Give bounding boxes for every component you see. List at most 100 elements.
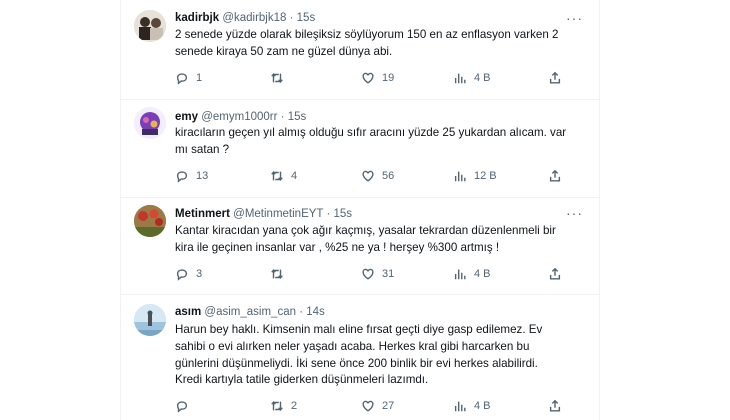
more-options-icon[interactable]: ··· bbox=[566, 11, 583, 25]
tweet[interactable]: kadirbjk @kadirbjk18 · 15s ··· 2 senede … bbox=[121, 0, 599, 100]
author-name[interactable]: kadirbjk bbox=[175, 12, 219, 24]
share-icon bbox=[549, 267, 561, 280]
views-count: 4 B bbox=[474, 72, 491, 84]
tweet-actions: 2 27 4 B bbox=[175, 399, 585, 415]
share-button[interactable] bbox=[548, 399, 562, 413]
tweet-text-line: günlerini düşünmeliydi. İki sene önce 20… bbox=[175, 356, 538, 370]
reply-count: 1 bbox=[196, 72, 203, 84]
like-count: 56 bbox=[382, 170, 395, 182]
tweet[interactable]: emy @emym1000rr · 15s kiracıların geçen … bbox=[121, 99, 599, 198]
retweet-icon bbox=[271, 72, 283, 84]
retweet-button[interactable] bbox=[270, 71, 291, 85]
timeline: kadirbjk @kadirbjk18 · 15s ··· 2 senede … bbox=[120, 0, 600, 420]
like-icon bbox=[362, 400, 374, 412]
tweet-header: Metinmert @MetinmetinEYT · 15s bbox=[175, 207, 352, 221]
timestamp[interactable]: 15s bbox=[297, 12, 316, 24]
reply-icon bbox=[176, 269, 188, 281]
like-button[interactable]: 31 bbox=[361, 267, 394, 281]
tweet-actions: 1 19 4 B bbox=[175, 71, 585, 87]
tweet-header: kadirbjk @kadirbjk18 · 15s bbox=[175, 11, 315, 25]
avatar-photo bbox=[134, 205, 166, 237]
author-handle[interactable]: @emym1000rr bbox=[201, 111, 277, 123]
reply-button[interactable]: 3 bbox=[175, 267, 202, 281]
like-count: 27 bbox=[382, 400, 395, 412]
more-options-icon[interactable]: ··· bbox=[566, 206, 583, 220]
timestamp[interactable]: 14s bbox=[306, 306, 325, 318]
retweet-icon bbox=[271, 170, 283, 182]
retweet-button[interactable]: 4 bbox=[270, 169, 297, 183]
views-button[interactable]: 4 B bbox=[453, 267, 491, 281]
share-icon bbox=[549, 71, 561, 84]
views-icon bbox=[454, 269, 466, 280]
reply-count: 13 bbox=[196, 170, 209, 182]
like-button[interactable]: 56 bbox=[361, 169, 394, 183]
avatar[interactable] bbox=[134, 10, 166, 42]
tweet-actions: 3 31 4 B bbox=[175, 267, 585, 283]
reply-button[interactable]: 1 bbox=[175, 71, 202, 85]
reply-icon bbox=[176, 171, 188, 183]
views-button[interactable]: 12 B bbox=[453, 169, 497, 183]
avatar[interactable] bbox=[134, 304, 166, 336]
share-icon bbox=[549, 169, 561, 182]
avatar[interactable] bbox=[134, 205, 166, 237]
like-button[interactable]: 19 bbox=[361, 71, 394, 85]
views-icon bbox=[454, 401, 466, 412]
author-handle[interactable]: @MetinmetinEYT bbox=[233, 208, 323, 220]
views-count: 12 B bbox=[474, 170, 497, 182]
separator-dot: · bbox=[280, 111, 285, 123]
separator-dot: · bbox=[299, 306, 304, 318]
author-name[interactable]: Metinmert bbox=[175, 208, 230, 220]
views-button[interactable]: 4 B bbox=[453, 71, 491, 85]
tweet-text-line: sahibi o evi alırken neler yaşadı acaba.… bbox=[175, 339, 530, 353]
tweet-text-line: Kantar kiracıdan yana çok ağır kaçmış, y… bbox=[175, 224, 556, 237]
reply-button[interactable] bbox=[175, 399, 196, 413]
tweet-text-line: Kredi kartıyla tatile giderken düşünmele… bbox=[175, 373, 429, 387]
separator-dot: · bbox=[289, 12, 294, 24]
reply-icon bbox=[176, 401, 188, 413]
avatar[interactable] bbox=[134, 107, 166, 139]
tweet-text: kiracıların geçen yıl almış olduğu sıfır… bbox=[175, 125, 575, 159]
tweet-text-line: mı satan ? bbox=[175, 142, 230, 156]
views-icon bbox=[454, 73, 466, 84]
tweet[interactable]: Metinmert @MetinmetinEYT · 15s ··· Kanta… bbox=[121, 197, 599, 295]
retweet-button[interactable]: 2 bbox=[270, 399, 297, 413]
views-button[interactable]: 4 B bbox=[453, 399, 491, 413]
author-name[interactable]: asım bbox=[175, 306, 201, 318]
share-button[interactable] bbox=[548, 71, 562, 85]
retweet-count: 4 bbox=[291, 170, 298, 182]
tweet-text: 2 senede yüzde olarak bileşiksiz söylüyo… bbox=[175, 27, 575, 61]
tweet-text-line: Harun bey haklı. Kimsenin malı eline fır… bbox=[175, 323, 543, 336]
views-count: 4 B bbox=[474, 400, 491, 412]
author-handle[interactable]: @asim_asim_can bbox=[204, 306, 296, 318]
reply-count: 3 bbox=[196, 268, 203, 280]
separator-dot: · bbox=[326, 208, 331, 220]
tweet-header: emy @emym1000rr · 15s bbox=[175, 110, 306, 124]
timestamp[interactable]: 15s bbox=[333, 208, 352, 220]
avatar-photo bbox=[134, 10, 166, 42]
avatar-photo bbox=[134, 304, 166, 336]
tweet-actions: 13 4 56 12 B bbox=[175, 169, 585, 185]
share-icon bbox=[549, 399, 561, 412]
like-count: 31 bbox=[382, 268, 395, 280]
reply-icon bbox=[176, 73, 188, 85]
share-button[interactable] bbox=[548, 267, 562, 281]
author-name[interactable]: emy bbox=[175, 111, 198, 123]
share-button[interactable] bbox=[548, 169, 562, 183]
reply-button[interactable]: 13 bbox=[175, 169, 208, 183]
like-icon bbox=[362, 268, 374, 280]
tweet-text-line: senede kiraya 50 zam ne güzel dünya abi. bbox=[175, 44, 393, 58]
retweet-icon bbox=[271, 268, 283, 280]
views-icon bbox=[454, 171, 466, 182]
tweet-text-line: 2 senede yüzde olarak bileşiksiz söylüyo… bbox=[175, 28, 559, 41]
timestamp[interactable]: 15s bbox=[288, 111, 307, 123]
tweet-text: Kantar kiracıdan yana çok ağır kaçmış, y… bbox=[175, 223, 575, 257]
tweet-text-line: kiracıların geçen yıl almış olduğu sıfır… bbox=[175, 126, 567, 139]
retweet-count: 2 bbox=[291, 400, 298, 412]
author-handle[interactable]: @kadirbjk18 bbox=[222, 12, 286, 24]
tweet[interactable]: asım @asim_asim_can · 14s Harun bey hakl… bbox=[121, 294, 599, 420]
like-button[interactable]: 27 bbox=[361, 399, 394, 413]
retweet-button[interactable] bbox=[270, 267, 291, 281]
tweet-header: asım @asim_asim_can · 14s bbox=[175, 305, 325, 319]
retweet-icon bbox=[271, 400, 283, 412]
like-count: 19 bbox=[382, 72, 395, 84]
